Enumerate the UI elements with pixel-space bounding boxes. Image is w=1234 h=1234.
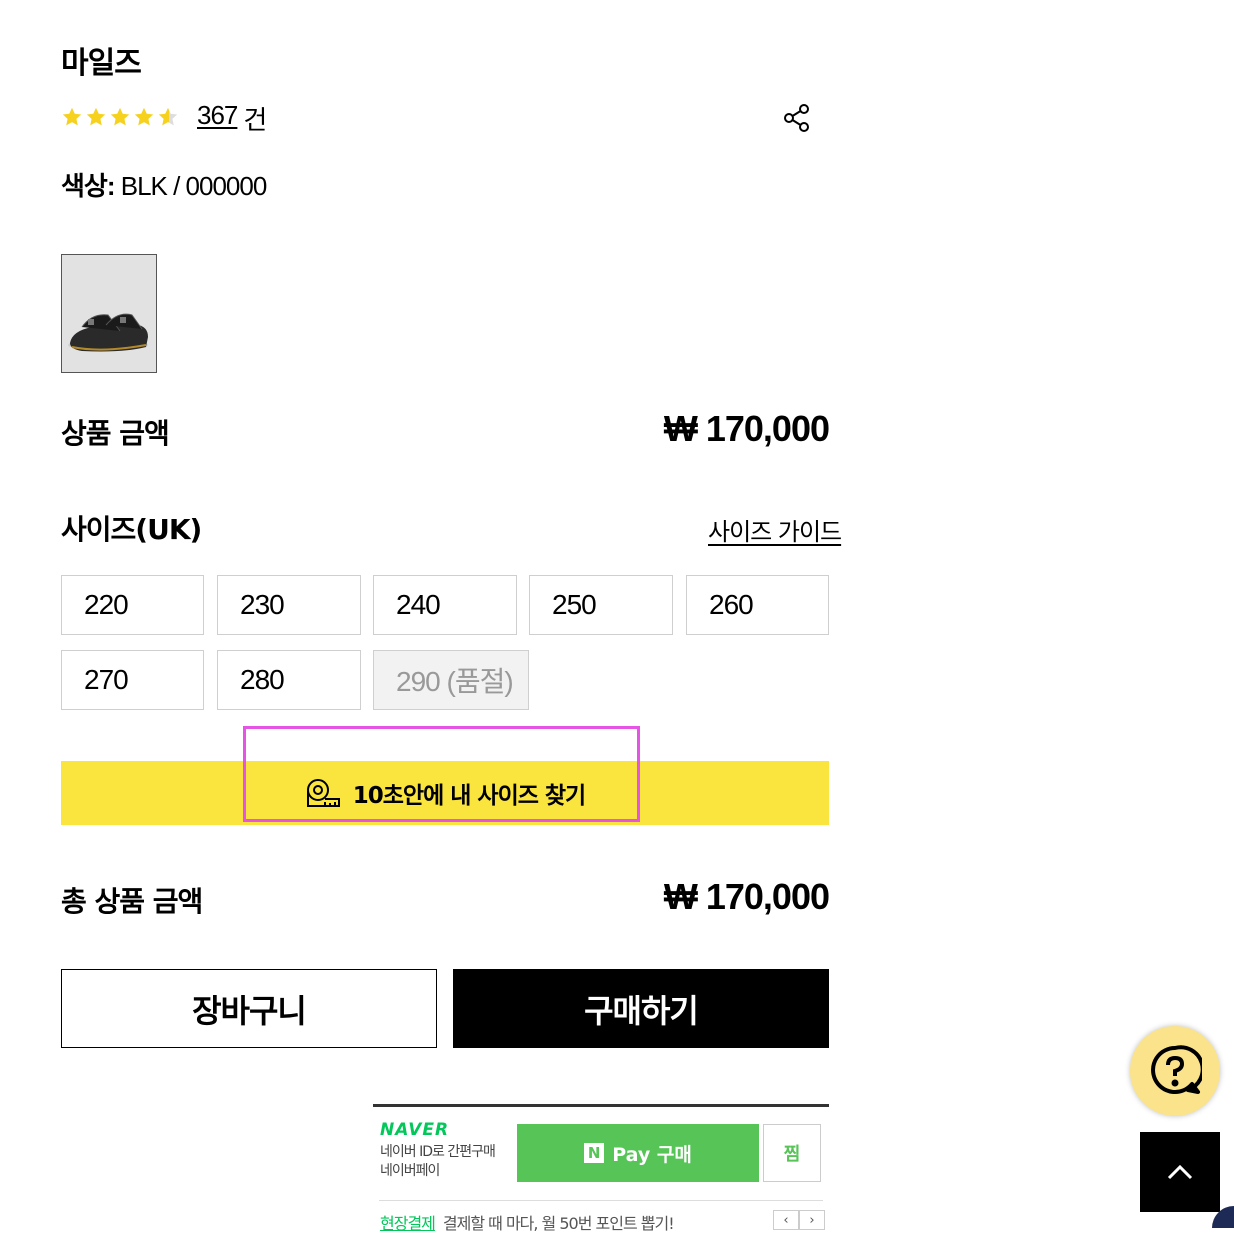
size-option-280[interactable]: 280 — [217, 650, 361, 710]
star-icon — [134, 107, 154, 126]
total-price-value: ₩ 170,000 — [663, 876, 830, 917]
sandal-image — [68, 313, 148, 352]
size-option-290-soldout: 290 (품절) — [373, 650, 529, 710]
star-icon — [62, 107, 82, 126]
size-label: 사이즈(UK) — [61, 513, 202, 546]
star-icon — [110, 107, 130, 126]
color-label: 색상: — [61, 171, 115, 201]
naver-pay-buy-button[interactable]: N Pay 구매 — [517, 1124, 759, 1182]
naver-divider — [379, 1200, 823, 1201]
tape-measure-icon — [306, 779, 340, 807]
review-count-unit: 건 — [243, 105, 267, 135]
color-value: BLK / 000000 — [120, 171, 268, 201]
chevron-up-icon — [1167, 1164, 1193, 1180]
naver-wishlist-button[interactable]: 찜 — [763, 1124, 821, 1182]
find-my-size-label: 10초안에 내 사이즈 찾기 — [352, 783, 586, 809]
buy-now-button[interactable]: 구매하기 — [453, 969, 829, 1048]
naver-promo-text: 결제할 때 마다, 월 50번 포인트 뽑기! — [442, 1214, 675, 1233]
review-count-link[interactable]: 367 — [197, 100, 238, 137]
size-option-220[interactable]: 220 — [61, 575, 204, 635]
find-my-size-button[interactable]: 10초안에 내 사이즈 찾기 — [61, 761, 829, 825]
naver-promo-link[interactable]: 현장결제 — [380, 1214, 436, 1233]
product-title: 마일즈 — [61, 46, 142, 81]
naver-sub-line1: 네이버 ID로 간편구매 — [380, 1144, 496, 1160]
naver-promo: 현장결제 결제할 때 마다, 월 50번 포인트 뽑기! — [380, 1210, 675, 1234]
rating-stars — [61, 106, 179, 128]
price-label: 상품 금액 — [61, 417, 170, 450]
scroll-top-button[interactable] — [1140, 1132, 1220, 1212]
naver-pay-description: 네이버 ID로 간편구매 네이버페이 — [380, 1143, 496, 1181]
size-option-250[interactable]: 250 — [529, 575, 673, 635]
total-price-label: 총 상품 금액 — [61, 885, 203, 918]
size-option-270[interactable]: 270 — [61, 650, 204, 710]
help-chat-icon — [1151, 1045, 1202, 1094]
naver-promo-pager: ‹ › — [773, 1210, 825, 1230]
color-info: 색상: BLK / 000000 — [61, 166, 268, 203]
add-to-cart-button[interactable]: 장바구니 — [61, 969, 437, 1048]
size-option-260[interactable]: 260 — [686, 575, 829, 635]
star-half-icon — [158, 107, 178, 126]
size-option-230[interactable]: 230 — [217, 575, 361, 635]
naver-sub-line2: 네이버페이 — [380, 1163, 440, 1179]
star-icon — [86, 107, 106, 126]
help-chat-button[interactable] — [1130, 1026, 1220, 1116]
price-value: ₩ 170,000 — [663, 408, 830, 449]
naver-logo: NAVER — [380, 1120, 450, 1140]
naver-pay-label: Pay 구매 — [612, 1143, 692, 1166]
naver-n-icon: N — [584, 1143, 605, 1163]
product-thumbnail[interactable] — [61, 254, 157, 373]
size-option-240[interactable]: 240 — [373, 575, 517, 635]
promo-prev-button[interactable]: ‹ — [773, 1210, 799, 1230]
size-guide-link[interactable]: 사이즈 가이드 — [708, 512, 842, 547]
review-count: 367 건 — [197, 100, 267, 137]
promo-next-button[interactable]: › — [799, 1210, 825, 1230]
share-icon[interactable] — [782, 103, 812, 133]
